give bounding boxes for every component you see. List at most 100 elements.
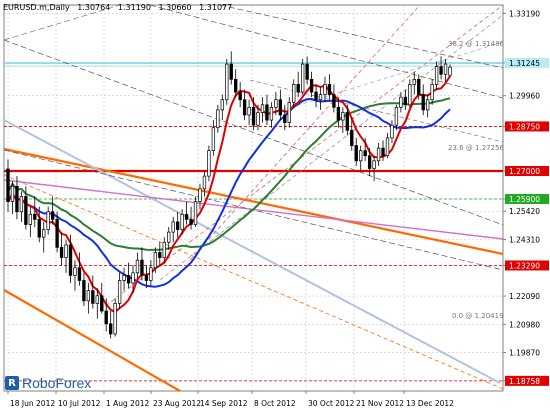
candle-body (175, 221, 180, 230)
candle-body (10, 185, 15, 202)
candle-body (269, 107, 274, 121)
candle-body (167, 231, 171, 243)
candle-body (100, 295, 104, 312)
candle-body (265, 104, 269, 121)
candle-body (412, 78, 416, 85)
candle-body (430, 84, 434, 101)
candle-body (68, 244, 73, 276)
roboforex-logo: R RoboForex (5, 374, 91, 392)
candle-body (229, 63, 233, 80)
symbol-label: EURUSD.m,Daily (3, 3, 70, 12)
candle-body (434, 66, 439, 85)
x-tick-label: 30 Oct 2012 (308, 399, 355, 408)
candle-body (234, 78, 238, 93)
candle-body (332, 94, 336, 108)
candle-body (37, 219, 41, 238)
candle-body (287, 101, 291, 123)
candle-body (113, 303, 117, 335)
chart-header: EURUSD.m,Daily 1.30764 1.31190 1.30660 1… (3, 3, 237, 12)
open-value: 1.30764 (77, 3, 111, 12)
x-tick-label: 8 Oct 2012 (254, 399, 296, 408)
candle-body (55, 219, 59, 248)
price-marker-label: 1.23290 (509, 261, 540, 270)
candle-body (82, 280, 86, 302)
candle-body (359, 150, 363, 162)
candle-body (202, 175, 207, 190)
candle-body (296, 84, 300, 93)
candle-body (323, 84, 327, 95)
y-tick-label: 1.25420 (509, 207, 540, 216)
x-tick-label: 21 Nov 2012 (356, 399, 404, 408)
candle-body (211, 127, 216, 151)
candle-body (207, 150, 211, 177)
fib-level-label: 23.6 @ 1.27256 (448, 144, 505, 152)
candle-body (184, 213, 189, 220)
x-tick-label: 14 Sep 2012 (200, 399, 248, 408)
candle-body (19, 196, 24, 213)
candle-body (46, 211, 50, 230)
fib-level-label: 0.0 @ 1.20419 (452, 312, 504, 320)
candle-body (162, 241, 166, 258)
candle-body (421, 94, 425, 111)
candle-body (309, 78, 314, 93)
candle-body (180, 213, 184, 230)
candle-body (443, 63, 448, 75)
candle-body (242, 99, 247, 116)
price-chart: 38.2 @ 1.31486 23.6 @ 1.27256 0.0 @ 1.2041… (3, 4, 549, 408)
candle-body (376, 147, 381, 162)
candle-body (131, 272, 135, 284)
low-value: 1.30660 (158, 3, 192, 12)
candle-body (278, 99, 283, 116)
close-value: 1.31077 (199, 3, 233, 12)
candle-body (408, 84, 412, 106)
candle-body (403, 96, 408, 106)
candle-body (439, 66, 443, 75)
y-tick-label: 1.19870 (509, 349, 540, 358)
candle-body (220, 99, 224, 111)
x-tick-label: 13 Dec 2012 (406, 399, 454, 408)
logo-icon: R (5, 376, 19, 390)
candle-body (149, 267, 153, 281)
logo-text: RoboForex (22, 375, 92, 391)
candle-body (350, 129, 354, 146)
candle-body (251, 107, 256, 126)
candle-body (426, 99, 430, 111)
candle-body (336, 107, 341, 121)
candle-body (327, 84, 332, 95)
candle-body (153, 252, 158, 269)
candle-body (238, 91, 242, 101)
candle-body (42, 229, 46, 238)
candle-body (117, 280, 122, 304)
price-marker-label: 1.27000 (509, 167, 540, 176)
x-tick-label: 1 Aug 2012 (106, 399, 149, 408)
x-tick-label: 23 Aug 2012 (153, 399, 201, 408)
candle-body (193, 201, 198, 225)
candle-body (363, 150, 367, 157)
candle-body (86, 290, 91, 302)
candle-body (104, 310, 108, 325)
x-tick-label: 18 Jun 2012 (10, 399, 55, 408)
candle-body (417, 78, 421, 95)
candle-body (247, 107, 251, 116)
y-tick-label: 1.22090 (509, 292, 540, 301)
candle-body (354, 145, 358, 162)
candle-body (171, 221, 175, 233)
candle-body (314, 91, 318, 101)
candle-body (283, 114, 287, 123)
candle-body (448, 66, 452, 76)
price-marker-label: 1.31245 (509, 59, 540, 68)
candle-body (158, 252, 162, 258)
candle-body (274, 99, 278, 108)
price-marker-label: 1.18758 (509, 377, 540, 386)
candle-body (300, 63, 305, 93)
candle-body (140, 259, 144, 276)
fib-level-label: 38.2 @ 1.31486 (448, 40, 505, 48)
y-tick-label: 1.24310 (509, 236, 540, 245)
candle-body (216, 109, 220, 129)
candle-body (305, 63, 309, 80)
candle-body (260, 104, 265, 113)
candle-body (24, 196, 28, 225)
candle-body (77, 267, 82, 281)
candle-body (64, 244, 68, 258)
y-tick-label: 1.29960 (509, 92, 540, 101)
